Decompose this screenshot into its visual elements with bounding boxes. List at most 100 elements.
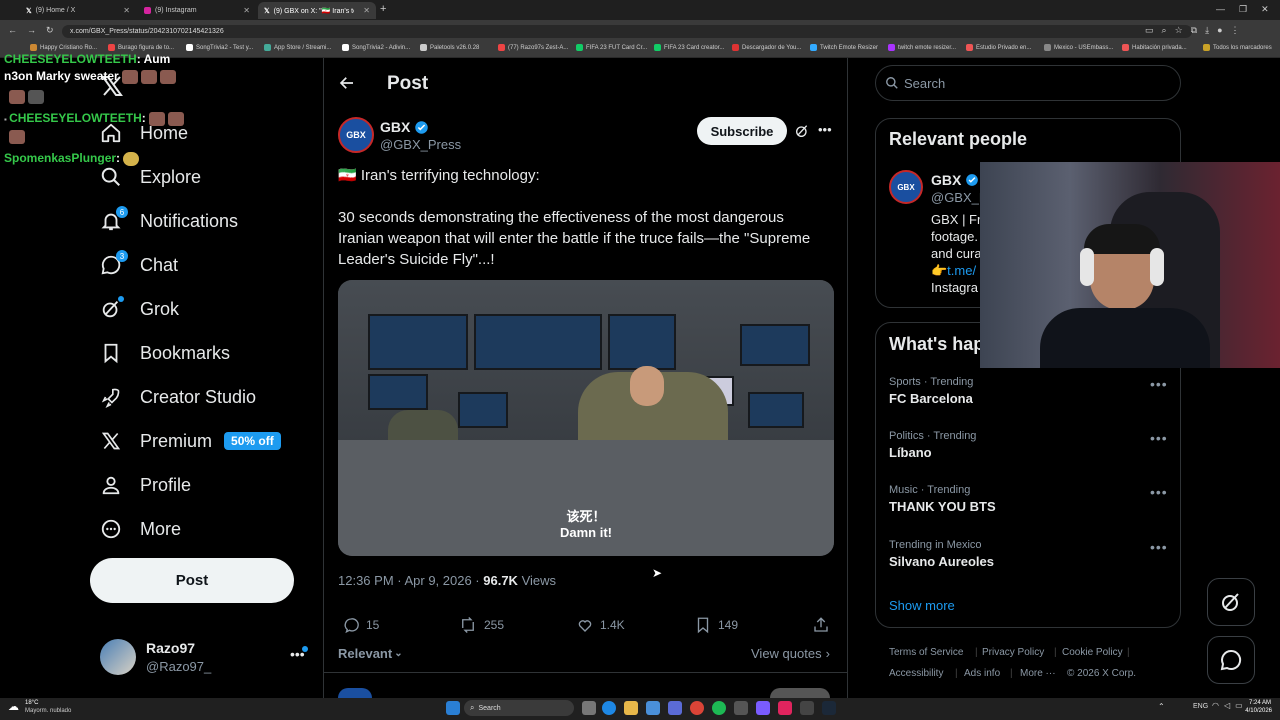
url-field[interactable] (62, 25, 1192, 38)
back-icon[interactable]: ← (8, 25, 17, 36)
star-icon[interactable]: ☆ (1175, 25, 1183, 36)
footer-link[interactable]: Terms of Service (889, 647, 963, 658)
tab-home[interactable]: 𝕏 (9) Home / X ✕ (20, 2, 136, 19)
footer-link[interactable]: Ads info (964, 668, 1000, 679)
wifi-icon[interactable]: ◠ (1212, 701, 1219, 710)
cast-icon[interactable]: ▭ (1145, 25, 1154, 36)
close-window-icon[interactable]: ✕ (1261, 4, 1269, 15)
bookmark-item[interactable]: App Store / Streami... (264, 44, 331, 51)
minimize-icon[interactable]: — (1216, 4, 1225, 15)
bookmark-item[interactable]: SongTrivia2 - Test y... (186, 44, 253, 51)
taskbar-search[interactable]: ⌕ Search (464, 700, 574, 716)
post-more-icon[interactable]: ••• (818, 122, 832, 137)
bookmark-item[interactable]: FIFA 23 Card creator... (654, 44, 724, 51)
bookmark-item[interactable]: Happy Cristiano Ro... (30, 44, 97, 51)
reply-sort-dropdown[interactable]: Relevant ⌄ (338, 646, 403, 661)
trend-more-icon[interactable]: ••• (1150, 430, 1168, 446)
start-icon[interactable] (446, 701, 460, 715)
volume-icon[interactable]: ◁ (1224, 701, 1230, 710)
nav-notifications[interactable]: 6 Notifications (98, 201, 238, 241)
nav-profile[interactable]: Profile (98, 465, 191, 505)
view-quotes-link[interactable]: View quotes › (751, 646, 830, 661)
footer-link[interactable]: More ··· (1020, 668, 1056, 679)
steam-icon[interactable] (822, 701, 836, 715)
nav-grok[interactable]: Grok (98, 289, 179, 329)
bookmark-item[interactable]: SongTrivia2 - Adivin... (342, 44, 410, 51)
show-more-link[interactable]: Show more (889, 598, 955, 613)
nav-creator-studio[interactable]: Creator Studio (98, 377, 256, 417)
edge-icon[interactable] (602, 701, 616, 715)
language-indicator[interactable]: ENG (1193, 703, 1208, 710)
grok-icon[interactable] (794, 123, 810, 139)
xbox-icon[interactable] (734, 701, 748, 715)
bookmark-item[interactable]: Paletools v26.0.28 (420, 44, 479, 51)
clock-time[interactable]: 7:24 AM (1245, 700, 1271, 706)
zoom-icon[interactable]: ⌕ (1162, 25, 1167, 36)
task-view-icon[interactable] (582, 701, 596, 715)
author-avatar[interactable]: GBX (338, 117, 374, 153)
post-button[interactable]: Post (90, 558, 294, 603)
back-arrow-icon[interactable] (338, 74, 358, 94)
search-input[interactable]: Search (875, 65, 1181, 101)
bookmark-item[interactable]: Descargador de You... (732, 44, 801, 51)
close-tab-icon[interactable]: ✕ (243, 6, 250, 15)
trend-item[interactable]: Trending in Mexico Silvano Aureoles (889, 539, 994, 569)
author-handle[interactable]: @GBX_Press (380, 137, 461, 152)
relevant-person-name[interactable]: GBX (931, 172, 979, 188)
tab-instagram[interactable]: (9) Instagram ✕ (138, 2, 256, 19)
bookmark-item[interactable]: (77) Razo97s Zest-A... (498, 44, 568, 51)
all-bookmarks[interactable]: Todos los marcadores (1203, 44, 1272, 51)
store-icon[interactable] (646, 701, 660, 715)
explorer-icon[interactable] (624, 701, 638, 715)
repost-button[interactable]: 255 (458, 616, 504, 634)
grok-float-button[interactable] (1207, 578, 1255, 626)
reload-icon[interactable]: ↻ (46, 25, 54, 36)
tray-chevron-icon[interactable]: ⌃ (1158, 702, 1165, 711)
bookmark-item[interactable]: Burago figura de to... (108, 44, 174, 51)
author-name-row[interactable]: GBX (380, 119, 429, 135)
trend-more-icon[interactable]: ••• (1150, 376, 1168, 392)
share-button[interactable] (812, 616, 830, 634)
bookmark-button[interactable]: 149 (694, 616, 738, 634)
nav-bookmarks[interactable]: Bookmarks (98, 333, 230, 373)
trend-item[interactable]: Music · Trending THANK YOU BTS (889, 484, 996, 514)
trend-item[interactable]: Politics · Trending Líbano (889, 430, 976, 460)
download-icon[interactable]: ⤓ (1205, 25, 1209, 36)
trend-more-icon[interactable]: ••• (1150, 539, 1168, 555)
extensions-icon[interactable]: ⧉ (1191, 25, 1197, 36)
footer-link[interactable]: Privacy Policy (982, 647, 1044, 658)
footer-link[interactable]: Accessibility (889, 668, 943, 679)
nav-premium[interactable]: Premium 50% off (98, 421, 281, 461)
maximize-icon[interactable]: ❐ (1239, 4, 1247, 15)
trend-more-icon[interactable]: ••• (1150, 484, 1168, 500)
reply-button-partial[interactable] (770, 688, 830, 698)
trend-item[interactable]: Sports · Trending FC Barcelona (889, 376, 973, 406)
bookmark-item[interactable]: Twitch Emote Resizer (810, 44, 878, 51)
nav-more[interactable]: More (98, 509, 181, 549)
bookmark-item[interactable]: Estudio Privado en... (966, 44, 1031, 51)
bookmark-item[interactable]: twitch emote resizer... (888, 44, 956, 51)
music-icon[interactable] (778, 701, 792, 715)
obs-icon[interactable] (800, 701, 814, 715)
close-tab-icon[interactable]: ✕ (363, 6, 370, 15)
mail-icon[interactable] (668, 701, 682, 715)
nav-chat[interactable]: 3 Chat (98, 245, 178, 285)
reply-button[interactable]: 15 (342, 616, 379, 634)
spotify-icon[interactable] (712, 701, 726, 715)
discord-icon[interactable] (756, 701, 770, 715)
tab-gbx-post[interactable]: 𝕏(9) GBX on X: "🇮🇷 Iran's terrif ✕ (258, 2, 376, 19)
forward-icon[interactable]: → (27, 25, 36, 36)
relevant-person-avatar[interactable]: GBX (889, 170, 923, 204)
messages-float-button[interactable] (1207, 636, 1255, 684)
bookmark-item[interactable]: FIFA 23 FUT Card Cr... (576, 44, 647, 51)
profile-icon[interactable]: ● (1217, 25, 1222, 36)
bookmark-item[interactable]: Habitación privada... (1122, 44, 1187, 51)
subscribe-button[interactable]: Subscribe (697, 117, 787, 145)
chrome-icon[interactable] (690, 701, 704, 715)
post-video[interactable]: 该死！ Damn it! (338, 280, 834, 556)
bookmark-item[interactable]: Mexico - USEmbass... (1044, 44, 1113, 51)
close-tab-icon[interactable]: ✕ (123, 6, 130, 15)
like-button[interactable]: 1.4K (576, 616, 625, 634)
account-switcher[interactable]: Razo97 @Razo97_ ••• (90, 632, 315, 684)
clock-date[interactable]: 4/10/2026 (1240, 708, 1272, 714)
